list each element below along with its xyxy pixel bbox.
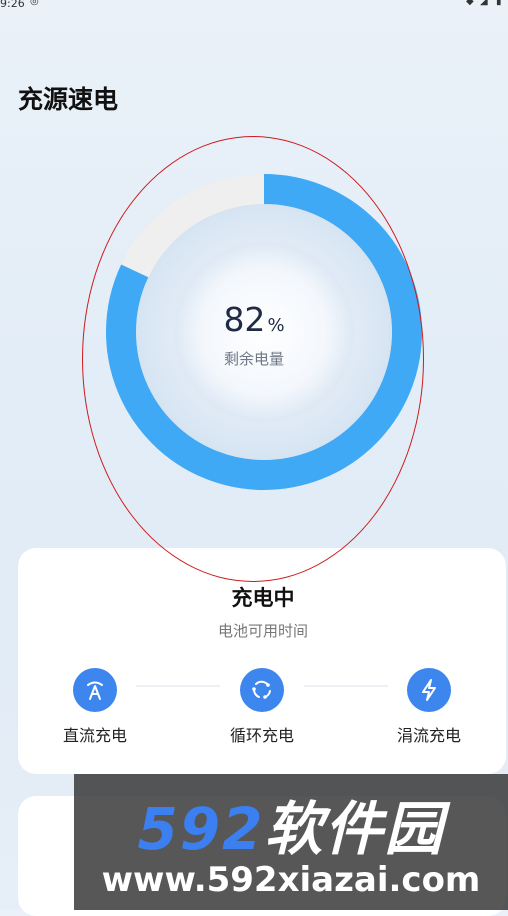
mode-dc-charge[interactable]: 直流充电: [40, 668, 150, 746]
mode-trickle-charge[interactable]: 涓流充电: [374, 668, 484, 746]
watermark: 592软件园 www.592xiazai.com: [74, 774, 508, 910]
watermark-url: www.592xiazai.com: [101, 860, 481, 900]
trickle-charge-icon: [407, 668, 451, 712]
watermark-number: 592: [137, 795, 265, 863]
mode-label: 循环充电: [229, 726, 294, 745]
watermark-text: 软件园: [264, 795, 445, 863]
charging-status-title: 充电中: [231, 586, 295, 610]
cycle-charge-icon: [240, 668, 284, 712]
notification-icon: ◎: [30, 0, 39, 7]
charging-status-subtitle: 电池可用时间: [217, 622, 308, 640]
mode-label: 涓流充电: [396, 726, 461, 745]
watermark-brand: 592软件园: [74, 782, 508, 866]
page-title: 充源速电: [18, 85, 119, 114]
battery-icon: ▮: [496, 0, 502, 7]
dc-charge-icon: [73, 668, 117, 712]
signal-icon: ◢: [480, 0, 488, 7]
wifi-icon: ◆: [466, 0, 474, 7]
mode-cycle-charge[interactable]: 循环充电: [207, 668, 317, 746]
annotation-ellipse: [82, 136, 424, 582]
mode-label: 直流充电: [62, 726, 127, 745]
status-bar: 9:26 ◎ ◆ ◢ ▮: [0, 0, 508, 14]
status-time: 9:26: [0, 0, 25, 10]
